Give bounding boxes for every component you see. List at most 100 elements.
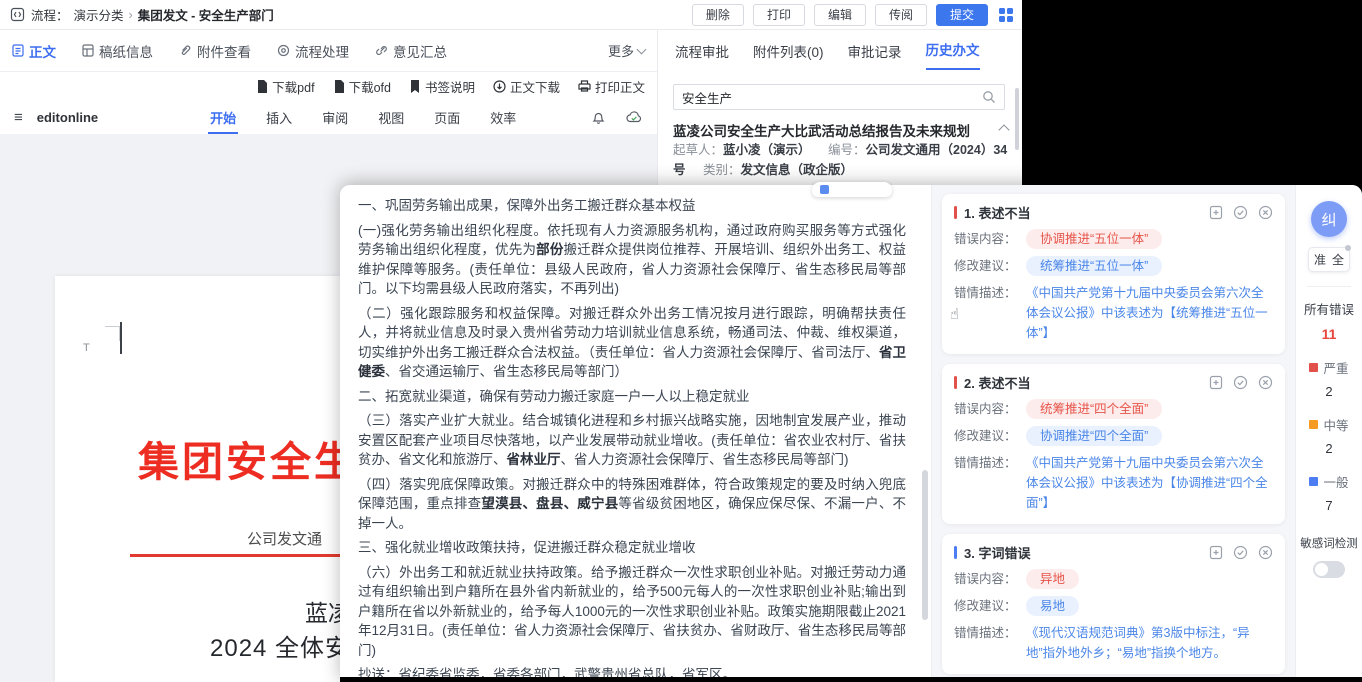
severity-count: 7	[1309, 498, 1348, 513]
side-panel-tabbar: 流程审批 附件列表(0) 审批记录 历史办文	[659, 30, 1022, 70]
history-search-input[interactable]: 安全生产	[673, 84, 1005, 110]
page-red-title: 集团安全生	[138, 428, 358, 488]
error-card[interactable]: 1. 表述不当 错误内容： 协调推进“五位一体” 修改建议： 统筹推进“五位一体…	[942, 194, 1285, 354]
mode-accurate[interactable]: 准	[1314, 251, 1326, 268]
panel-scrollbar[interactable]	[1015, 88, 1019, 150]
print-button[interactable]: 打印	[753, 4, 805, 26]
all-errors-count[interactable]: 11	[1322, 326, 1337, 342]
document-paragraph: （二）强化跟踪服务和权益保障。对搬迁群众外出务工情况按月进行跟踪，明确帮扶责任人…	[358, 304, 906, 382]
description-label: 错情描述：	[954, 453, 1026, 473]
mode-mini-tabs[interactable]: 准 全	[1308, 247, 1350, 272]
bookmark-note-link[interactable]: 书签说明	[409, 77, 475, 96]
severity-bar	[954, 376, 957, 389]
document-paragraph: （三）落实产业扩大就业。结合城镇化进程和乡村振兴战略实施，因地制宜发展产业，推动…	[358, 411, 906, 470]
more-tabs-dropdown[interactable]: 更多	[608, 41, 645, 60]
margin-corner-mark	[105, 326, 120, 341]
circulate-button[interactable]: 传阅	[875, 4, 927, 26]
tab-attachments[interactable]: 附件查看	[179, 41, 251, 61]
proofread-sidebar: 纠 准 全 所有错误 11 严重2中等2一般7 敏感词检测	[1295, 185, 1362, 677]
menu-efficiency[interactable]: 效率	[488, 101, 518, 134]
menu-page[interactable]: 页面	[432, 101, 462, 134]
link-label: 下载pdf	[272, 77, 314, 96]
breadcrumb-category[interactable]: 演示分类	[74, 5, 124, 24]
severity-stats: 严重2 中等2 一般7	[1309, 342, 1348, 513]
page-year-line: 2024 全体安	[210, 628, 350, 663]
breadcrumb-separator: ›	[129, 8, 133, 22]
accept-icon[interactable]	[1233, 375, 1248, 390]
breadcrumb: 流程： 演示分类 › 集团发文 - 安全生产部门	[31, 5, 274, 24]
editor-brand: editonline	[37, 110, 98, 125]
history-doc-meta: 起草人：蓝小凌（演示） 编号：公司发文通用（2024）34号 类别：发文信息（政…	[673, 140, 1009, 180]
dismiss-icon[interactable]	[1258, 205, 1273, 220]
fix-button[interactable]: 纠	[1311, 201, 1347, 237]
hamburger-icon[interactable]: ≡	[14, 109, 23, 126]
menu-insert[interactable]: 插入	[264, 101, 294, 134]
description-text: 《中国共产党第十九届中央委员会第六次全体会议公报》中该表述为【统筹推进“五位一体…	[1026, 283, 1273, 343]
divider	[1307, 286, 1351, 287]
search-value: 安全生产	[682, 88, 982, 107]
body-download-link[interactable]: 正文下载	[493, 77, 560, 96]
document-paragraph: 抄送：省纪委省监委，省委各部门，武警贵州省总队，省军区。	[358, 665, 906, 677]
tab-paper-info[interactable]: 稿纸信息	[82, 41, 153, 61]
tab-main-text[interactable]: 正文	[12, 41, 56, 61]
menu-view[interactable]: 视图	[376, 101, 406, 134]
suggestion-label: 修改建议：	[954, 426, 1026, 446]
suggestion-pill[interactable]: 易地	[1026, 596, 1079, 616]
tab-label: 稿纸信息	[99, 41, 153, 61]
suggestion-pill[interactable]: 统筹推进“五位一体”	[1026, 256, 1162, 276]
accept-icon[interactable]	[1233, 205, 1248, 220]
download-ofd-link[interactable]: 下载ofd	[333, 77, 391, 96]
accept-icon[interactable]	[1233, 545, 1248, 560]
severity-stat[interactable]: 一般7	[1309, 472, 1348, 513]
suggestion-pill[interactable]: 协调推进“四个全面”	[1026, 426, 1162, 446]
submit-button[interactable]: 提交	[936, 4, 988, 26]
document-scrollbar[interactable]	[922, 470, 928, 620]
tab-history-documents[interactable]: 历史办文	[926, 39, 980, 70]
dismiss-icon[interactable]	[1258, 375, 1273, 390]
description-text: 《中国共产党第十九届中央委员会第六次全体会议公报》中该表述为【协调推进“四个全面…	[1026, 453, 1273, 513]
wrong-content-pill[interactable]: 统筹推进“四个全面”	[1026, 399, 1162, 419]
dismiss-icon[interactable]	[1258, 545, 1273, 560]
tab-attachment-list[interactable]: 附件列表(0)	[753, 41, 824, 70]
wrong-content-label: 错误内容：	[954, 399, 1026, 419]
severity-stat[interactable]: 严重2	[1309, 358, 1348, 399]
wrong-content-pill[interactable]: 协调推进“五位一体”	[1026, 229, 1162, 249]
document-paragraph: （四）落实兜底保障政策。对搬迁群众中的特殊困难群体，符合政策规定的要及时纳入兜底…	[358, 475, 906, 534]
document-text[interactable]: 一、巩固劳务输出成果，保障外出务工搬迁群众基本权益(一)强化劳务输出组织化程度。…	[340, 185, 920, 677]
mode-full[interactable]: 全	[1332, 251, 1344, 268]
severity-count: 2	[1309, 441, 1348, 456]
search-icon[interactable]	[982, 90, 996, 104]
add-to-dict-icon[interactable]	[1209, 545, 1223, 560]
severity-bar	[954, 546, 957, 559]
tab-workflow-approval[interactable]: 流程审批	[675, 41, 729, 70]
add-to-dict-icon[interactable]	[1209, 205, 1223, 220]
add-to-dict-icon[interactable]	[1209, 375, 1223, 390]
tab-label: 正文	[29, 41, 56, 61]
menu-review[interactable]: 审阅	[320, 101, 350, 134]
tab-workflow[interactable]: 流程处理	[277, 41, 349, 61]
cloud-sync-icon[interactable]	[626, 110, 643, 124]
severity-stat[interactable]: 中等2	[1309, 415, 1348, 456]
sensitive-words-toggle[interactable]	[1313, 561, 1345, 578]
suggestion-label: 修改建议：	[954, 256, 1026, 276]
edit-button[interactable]: 编辑	[814, 4, 866, 26]
tab-approval-records[interactable]: 审批记录	[848, 41, 902, 70]
hand-cursor-icon: ☝	[950, 305, 959, 323]
breadcrumb-document: 集团发文 - 安全生产部门	[138, 5, 274, 24]
history-doc-title[interactable]: 蓝凌公司安全生产大比武活动总结报告及未来规划	[673, 120, 991, 140]
apps-grid-icon[interactable]	[998, 7, 1014, 23]
print-body-link[interactable]: 打印正文	[578, 77, 645, 96]
menu-home[interactable]: 开始	[208, 101, 238, 134]
bell-icon[interactable]	[591, 110, 606, 125]
severity-square-icon	[1309, 477, 1318, 486]
wrong-content-pill[interactable]: 异地	[1026, 569, 1079, 589]
severity-count: 2	[1309, 384, 1348, 399]
download-pdf-link[interactable]: 下载pdf	[256, 77, 314, 96]
error-card[interactable]: 2. 表述不当 错误内容： 统筹推进“四个全面” 修改建议： 协调推进“四个全面…	[942, 364, 1285, 524]
error-card[interactable]: 3. 字词错误 错误内容： 异地 修改建议： 易地 错情描述： 《	[942, 534, 1285, 674]
delete-button[interactable]: 删除	[692, 4, 744, 26]
chevron-up-icon[interactable]	[998, 124, 1009, 135]
error-card-title: 2. 表述不当	[964, 373, 1030, 392]
tab-opinions[interactable]: 意见汇总	[375, 41, 447, 61]
download-bar: 下载pdf 下载ofd 书签说明 正文下载 打印正文	[0, 72, 657, 100]
